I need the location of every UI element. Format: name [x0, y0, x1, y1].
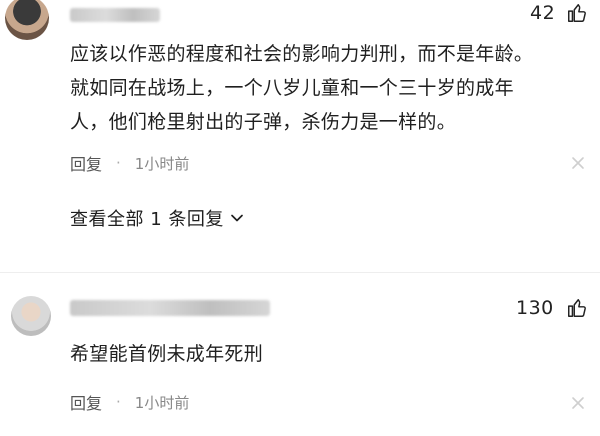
comment-line: 就如同在战场上，一个八岁儿童和一个三十岁的成年 [70, 77, 514, 99]
separator-dot: · [116, 393, 121, 411]
separator-dot: · [116, 154, 121, 172]
view-replies-button[interactable]: 查看全部 1 条回复 [70, 205, 246, 231]
avatar[interactable] [5, 0, 49, 40]
thumbs-up-icon[interactable] [566, 2, 588, 24]
divider [0, 272, 600, 273]
close-icon[interactable] [570, 155, 586, 171]
chevron-down-icon [231, 214, 243, 222]
timestamp: 1小时前 [134, 393, 190, 412]
avatar[interactable] [11, 296, 51, 336]
comment-meta: 回复 · 1小时前 [70, 151, 189, 175]
comment-meta: 回复 · 1小时前 [70, 390, 189, 414]
view-replies-label: 查看全部 1 条回复 [70, 209, 224, 230]
reply-button[interactable]: 回复 [70, 151, 102, 175]
like-count: 130 [516, 297, 554, 319]
close-icon[interactable] [570, 395, 586, 411]
thumbs-up-icon[interactable] [566, 297, 588, 319]
comment-text: 应该以作恶的程度和社会的影响力判刑，而不是年龄。 就如同在战场上，一个八岁儿童和… [70, 37, 533, 139]
username-blurred[interactable] [70, 300, 270, 316]
like-count: 42 [530, 2, 556, 24]
comment-line: 人，他们枪里射出的子弹，杀伤力是一样的。 [70, 111, 457, 133]
username-blurred[interactable] [70, 8, 160, 22]
reply-button[interactable]: 回复 [70, 390, 102, 414]
comment-line: 应该以作恶的程度和社会的影响力判刑，而不是年龄。 [70, 43, 534, 65]
comment-line: 希望能首例未成年死刑 [70, 343, 264, 365]
timestamp: 1小时前 [134, 154, 190, 173]
comment-text: 希望能首例未成年死刑 [70, 337, 263, 371]
